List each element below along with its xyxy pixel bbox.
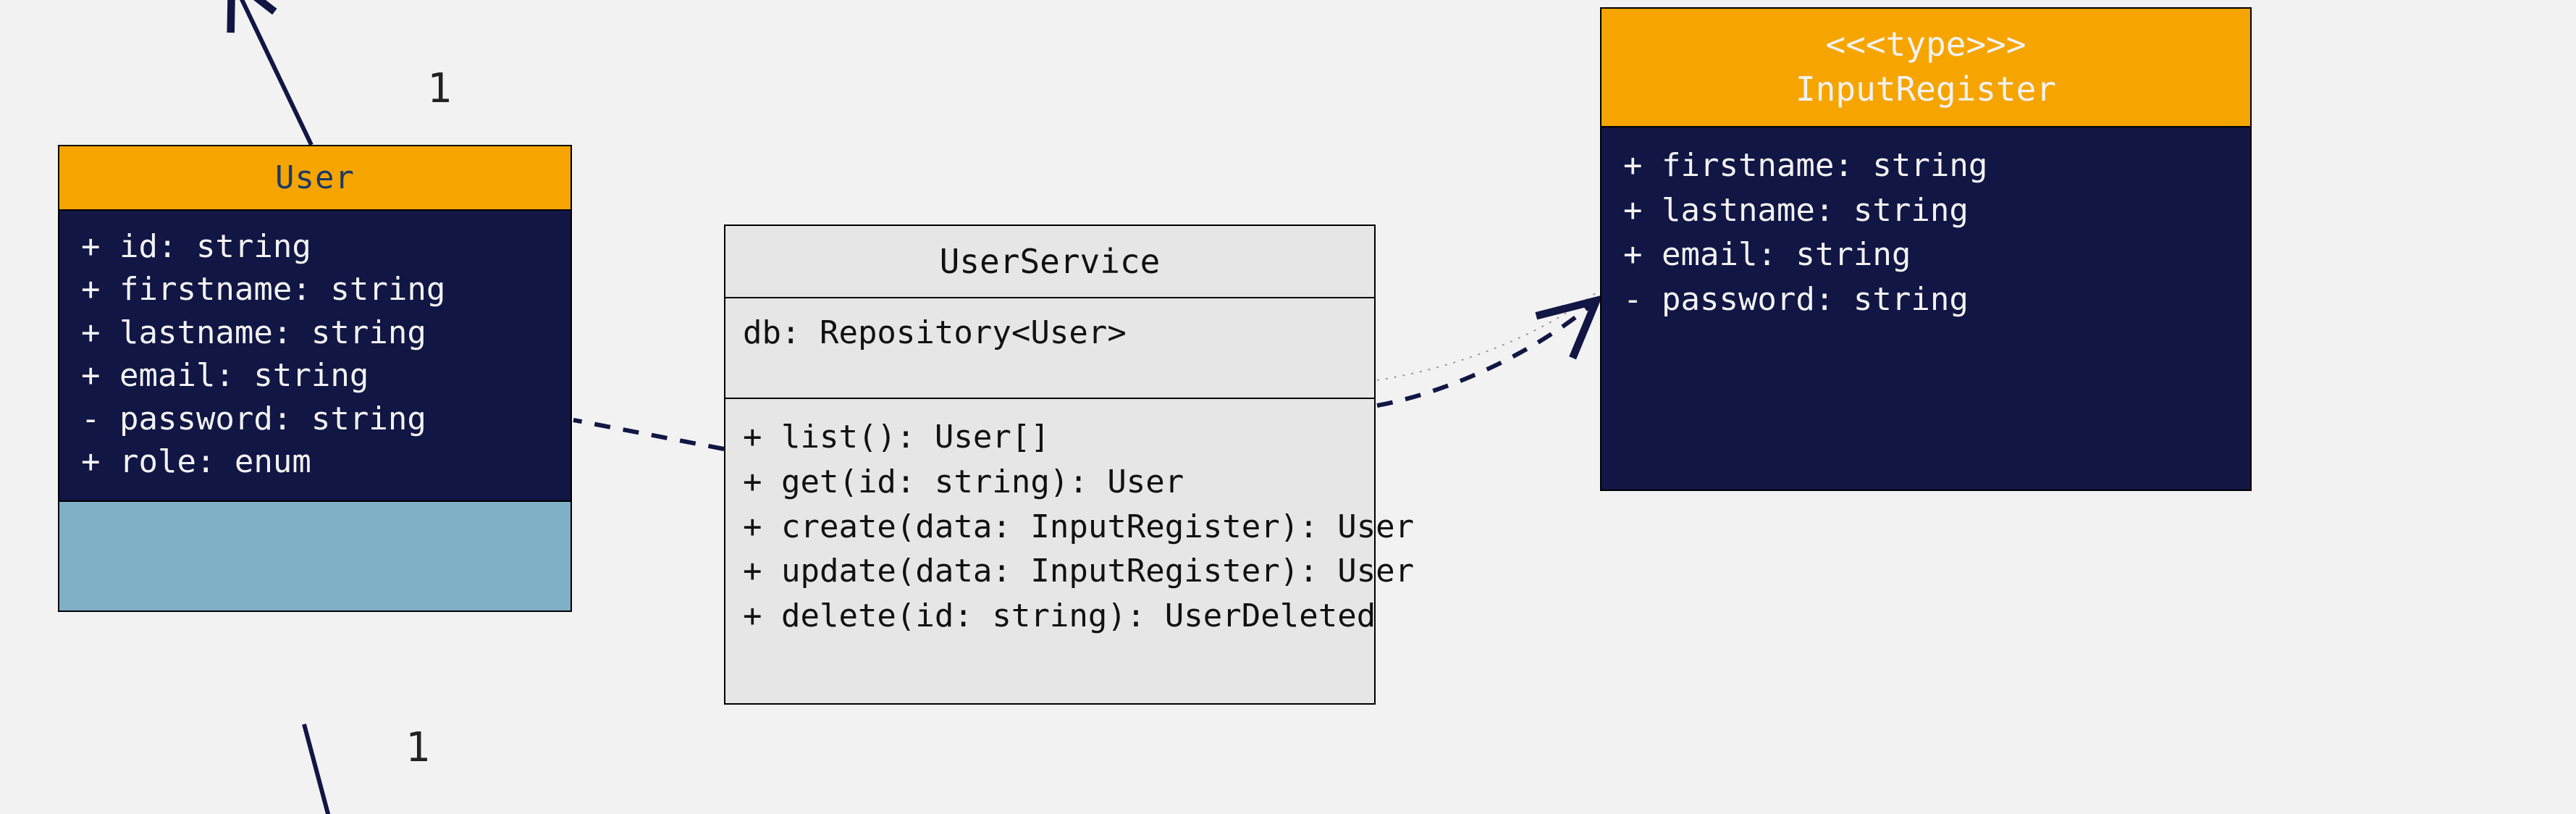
stereotype-label: <<<type>>>: [1609, 22, 2243, 67]
class-userservice-methods: + list(): User[] + get(id: string): User…: [725, 399, 1374, 703]
attr-row: + lastname: string: [1623, 188, 2228, 233]
class-inputregister-attrs: + firstname: string + lastname: string +…: [1601, 127, 2250, 490]
class-inputregister-title: InputRegister: [1609, 67, 2243, 112]
class-user-attrs: + id: string + firstname: string + lastn…: [59, 211, 571, 502]
method-row: + create(data: InputRegister): User: [743, 505, 1357, 550]
edge-guide-service-inputregister: [1377, 290, 1600, 380]
edge-user-top: [232, 0, 311, 145]
edge-user-bottom: [304, 724, 333, 814]
attr-row: + firstname: string: [1623, 143, 2228, 188]
edge-service-inputregister: [1377, 301, 1596, 406]
class-user: User + id: string + firstname: string + …: [58, 145, 572, 612]
method-row: + list(): User[]: [743, 415, 1357, 460]
method-row: + delete(id: string): UserDeleted: [743, 594, 1357, 639]
method-row: + get(id: string): User: [743, 460, 1357, 505]
attr-row: + id: string: [81, 225, 549, 268]
multiplicity-bottom: 1: [405, 724, 430, 771]
attr-row: + email: string: [1623, 232, 2228, 277]
method-row: + update(data: InputRegister): User: [743, 549, 1357, 594]
class-user-methods: [59, 502, 571, 610]
attr-row: + firstname: string: [81, 268, 549, 311]
attr-row: - password: string: [81, 398, 549, 440]
class-userservice-title: UserService: [725, 226, 1374, 298]
class-userservice: UserService db: Repository<User> + list(…: [724, 225, 1376, 705]
attr-row: db: Repository<User>: [743, 311, 1357, 354]
multiplicity-top: 1: [427, 65, 452, 112]
class-userservice-attrs: db: Repository<User>: [725, 298, 1374, 399]
class-user-title: User: [59, 146, 571, 211]
edge-service-user: [573, 420, 724, 449]
attr-row: + email: string: [81, 354, 549, 397]
diagram-canvas: 1 1 User + id: string + firstname: strin…: [0, 0, 2576, 814]
class-inputregister: <<<type>>> InputRegister + firstname: st…: [1600, 7, 2252, 491]
attr-row: + role: enum: [81, 440, 549, 483]
attr-row: - password: string: [1623, 277, 2228, 322]
class-inputregister-header: <<<type>>> InputRegister: [1601, 9, 2250, 127]
attr-row: + lastname: string: [81, 311, 549, 354]
